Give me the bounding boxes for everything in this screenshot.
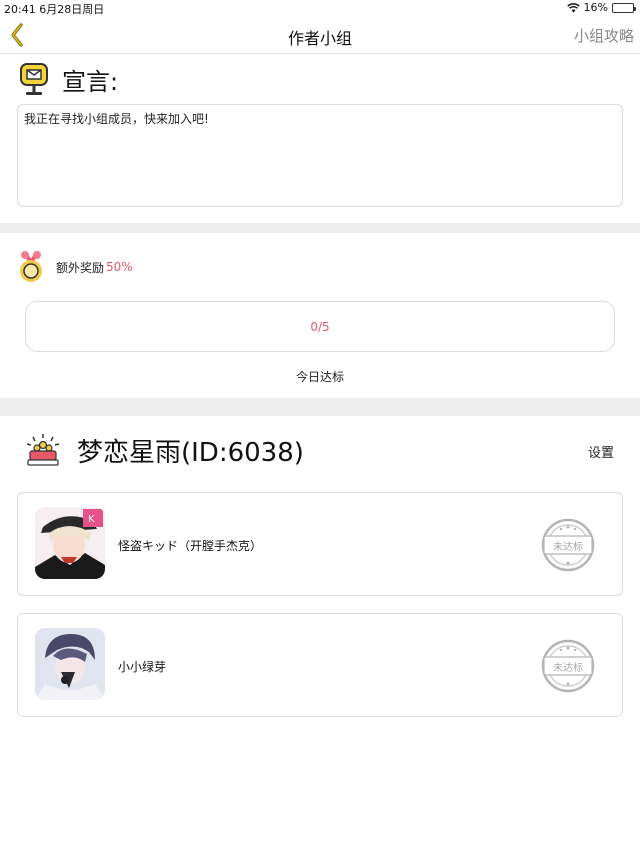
group-guide-link[interactable]: 小组攻略 [574,25,634,46]
status-time-date: 20:41 6月28日周日 [4,3,105,16]
today-target-label: 今日达标 [295,370,344,384]
nav-bar: 作者小组 小组攻略 [0,16,640,54]
crown-icon [26,434,60,466]
avatar: K [35,507,105,579]
page-title: 作者小组 [287,29,352,48]
avatar [35,628,105,700]
declaration-textarea[interactable]: 我正在寻找小组成员，快来加入吧! [17,104,623,207]
progress-text: 0/5 [310,320,330,334]
not-achieved-stamp: 未达标 [540,638,596,694]
medal-icon [20,250,42,282]
status-right-group: 16% [566,1,636,14]
section-divider [0,398,640,416]
member-card[interactable]: K 怪盗キッド（开膛手杰克） 未达标 [17,492,623,596]
svg-text:K: K [88,514,95,525]
status-bar: 20:41 6月28日周日 16% [0,0,640,16]
member-name: 怪盗キッド（开膛手杰克） [118,539,263,553]
reward-percent: 50% [106,260,133,274]
group-header: 梦恋星雨(ID:6038) [25,430,304,470]
stamp-label: 未达标 [553,663,583,674]
settings-link[interactable]: 设置 [588,442,614,461]
section-divider [0,223,640,233]
declaration-header: 宣言: [18,60,118,98]
mailbox-icon [20,63,48,95]
group-name: 梦恋星雨(ID:6038) [77,437,304,468]
battery-percent: 16% [583,1,608,14]
not-achieved-stamp: 未达标 [540,517,596,573]
reward-row: 额外奖励 50% [18,250,133,284]
declaration-title: 宣言: [62,67,119,96]
member-card[interactable]: 小小绿芽 未达标 [17,613,623,717]
battery-icon [612,2,636,13]
wifi-icon [566,2,580,12]
member-name: 小小绿芽 [118,660,167,674]
daily-progress-bar: 0/5 [25,301,615,352]
stamp-label: 未达标 [553,542,583,553]
reward-label: 额外奖励 [56,260,105,275]
